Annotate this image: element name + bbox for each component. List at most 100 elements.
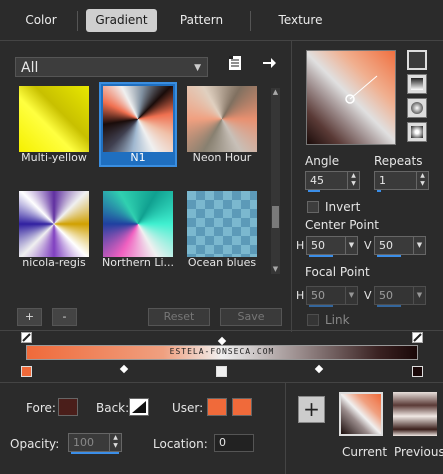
gradient-swatch (103, 86, 173, 152)
remove-gradient-button[interactable]: - (52, 308, 77, 326)
color-stop[interactable] (21, 366, 32, 377)
gradient-item-label: Northern Li... (101, 256, 174, 269)
gradient-item-selected[interactable]: N1 (99, 82, 177, 167)
current-label: Current (342, 445, 388, 459)
opacity-slider[interactable] (71, 452, 119, 454)
center-v-spinner[interactable]: 50 ▼ (374, 236, 426, 257)
divider (0, 382, 443, 383)
category-dropdown[interactable]: All ▼ (15, 57, 208, 77)
back-swatch[interactable] (129, 398, 149, 416)
center-h-value: 50 (311, 239, 325, 252)
angle-slider[interactable] (308, 190, 320, 192)
reset-button[interactable]: Reset (148, 308, 210, 326)
category-value: All (21, 60, 39, 76)
invert-checkbox[interactable] (307, 201, 319, 213)
gradient-swatch (19, 86, 89, 152)
center-v-label: V (364, 239, 372, 252)
scroll-down-icon[interactable]: ▼ (271, 265, 280, 274)
chevron-down-icon[interactable]: ▼ (345, 237, 357, 254)
center-h-label: H (296, 239, 305, 252)
save-button[interactable]: Save (220, 308, 282, 326)
gradient-swatch (103, 191, 173, 257)
color-midpoint[interactable] (119, 364, 129, 374)
scroll-thumb[interactable] (272, 206, 279, 228)
color-stop[interactable] (216, 366, 227, 377)
focal-h-label: H (296, 289, 305, 302)
color-midpoint[interactable] (314, 364, 324, 374)
gradient-swatch (19, 191, 89, 257)
chevron-down-icon[interactable]: ▼ (413, 287, 425, 304)
gradient-item[interactable]: nicola-regis (15, 187, 93, 272)
document-icon[interactable] (228, 55, 242, 71)
center-h-slider[interactable] (309, 255, 333, 257)
focal-h-spinner[interactable]: 50 ▼ (306, 286, 358, 307)
add-gradient-button[interactable]: + (17, 308, 42, 326)
center-v-slider[interactable] (377, 255, 401, 257)
opacity-spinner[interactable]: 100 ▲ ▼ (68, 433, 122, 454)
spinner-arrows-icon[interactable]: ▲ ▼ (109, 434, 121, 451)
chevron-down-icon[interactable]: ▼ (413, 237, 425, 254)
gradient-swatch (187, 191, 257, 257)
scroll-up-icon[interactable]: ▲ (271, 88, 280, 97)
gradient-swatch (187, 86, 257, 152)
focal-v-spinner[interactable]: 50 ▼ (374, 286, 426, 307)
back-label: Back: (96, 401, 130, 415)
arrow-right-icon[interactable] (261, 55, 277, 71)
repeats-spinner[interactable]: 1 ▲ ▼ (374, 171, 429, 192)
gallery-scrollbar[interactable]: ▲ ▼ (271, 88, 280, 274)
angle-value: 45 (310, 174, 324, 187)
location-input[interactable]: 0 (214, 434, 254, 452)
tab-pattern[interactable]: Pattern (168, 9, 235, 32)
radial-style-button[interactable] (407, 122, 427, 142)
opacity-midpoint[interactable] (217, 336, 227, 346)
location-label: Location: (153, 437, 208, 451)
invert-label: Invert (325, 200, 361, 214)
opacity-stop-right[interactable] (412, 332, 423, 343)
tab-separator (77, 11, 78, 31)
sunburst-icon (411, 102, 423, 114)
gradient-item[interactable]: Northern Li... (99, 187, 177, 272)
focal-point-label: Focal Point (305, 265, 370, 279)
tab-color[interactable]: Color (14, 9, 68, 32)
angle-spinner[interactable]: 45 ▲ ▼ (305, 171, 360, 192)
link-checkbox[interactable] (307, 314, 319, 326)
add-swatch-icon[interactable]: + (298, 396, 325, 423)
center-h-spinner[interactable]: 50 ▼ (306, 236, 358, 257)
tab-texture[interactable]: Texture (266, 9, 335, 32)
previous-swatch[interactable] (393, 392, 437, 436)
focal-h-value: 50 (311, 289, 325, 302)
color-stop[interactable] (412, 366, 423, 377)
focal-h-slider[interactable] (309, 305, 333, 307)
spinner-arrows-icon[interactable]: ▲ ▼ (347, 172, 359, 189)
rectangular-style-button[interactable] (407, 74, 427, 94)
spinner-arrows-icon[interactable]: ▲ ▼ (416, 172, 428, 189)
gradient-item[interactable]: Neon Hour (183, 82, 261, 167)
gradient-item-label: N1 (130, 151, 146, 164)
current-swatch[interactable] (339, 392, 383, 436)
repeats-slider[interactable] (377, 190, 381, 192)
linear-style-button[interactable] (407, 50, 427, 70)
center-v-value: 50 (379, 239, 393, 252)
divider (291, 40, 292, 332)
fore-swatch[interactable] (58, 398, 78, 416)
gradient-item[interactable]: Multi-yellow (15, 82, 93, 167)
chevron-down-icon[interactable]: ▼ (345, 287, 357, 304)
user-swatch-2[interactable] (232, 398, 252, 416)
tab-bar: Color Gradient Pattern Texture (0, 0, 443, 40)
tab-gradient[interactable]: Gradient (86, 9, 157, 32)
rectangular-icon (411, 78, 423, 90)
divider (0, 330, 443, 331)
opacity-stop-left[interactable] (21, 332, 32, 343)
gradient-item[interactable]: Ocean blues (183, 187, 261, 272)
link-label: Link (325, 313, 350, 327)
gradient-bar[interactable]: ESTELA-FONSECA.COM (26, 345, 418, 360)
focal-v-slider[interactable] (377, 305, 401, 307)
gradient-preview[interactable] (306, 50, 396, 145)
sunburst-style-button[interactable] (407, 98, 427, 118)
center-point-label: Center Point (305, 218, 379, 232)
repeats-value: 1 (379, 174, 386, 187)
user-swatch[interactable] (207, 398, 227, 416)
angle-label: Angle (305, 154, 340, 168)
radial-icon (411, 126, 423, 138)
opacity-value: 100 (73, 436, 94, 449)
